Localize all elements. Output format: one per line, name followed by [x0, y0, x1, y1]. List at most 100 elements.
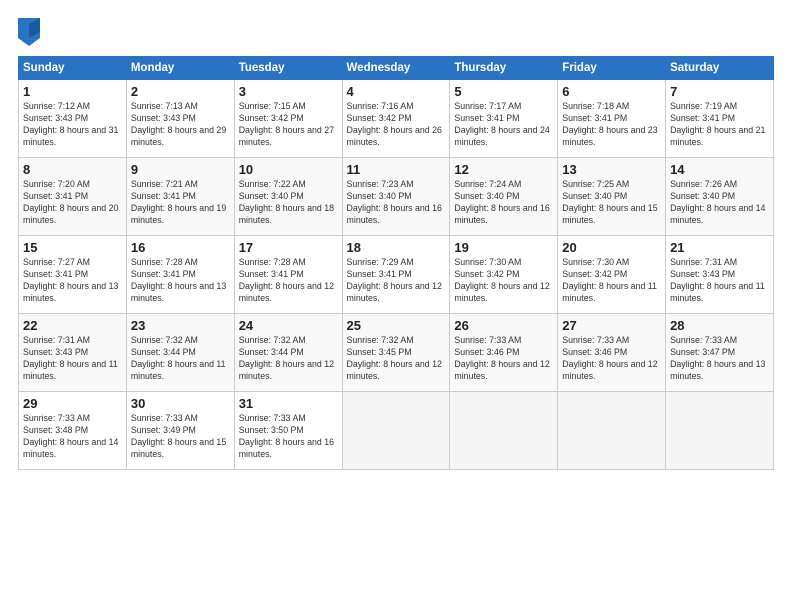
cell-info: Sunrise: 7:23 AM Sunset: 3:40 PM Dayligh…	[347, 179, 446, 227]
day-number: 29	[23, 396, 122, 411]
calendar-cell: 18Sunrise: 7:29 AM Sunset: 3:41 PM Dayli…	[342, 236, 450, 314]
day-number: 16	[131, 240, 230, 255]
calendar-cell: 26 Sunrise: 7:33 AM Sunset: 3:46 PM Dayli…	[450, 314, 558, 392]
day-number: 31	[239, 396, 338, 411]
header	[18, 18, 774, 46]
day-number: 17	[239, 240, 338, 255]
cell-info: Sunrise: 7:13 AM Sunset: 3:43 PM Dayligh…	[131, 101, 230, 149]
weekday-header: Saturday	[666, 57, 774, 80]
day-number: 21	[670, 240, 769, 255]
calendar-week: 1 Sunrise: 7:12 AM Sunset: 3:43 PM Daylig…	[19, 80, 774, 158]
logo-icon	[18, 18, 40, 46]
calendar-cell: 6 Sunrise: 7:18 AM Sunset: 3:41 PM Daylig…	[558, 80, 666, 158]
calendar-cell: 13 Sunrise: 7:25 AM Sunset: 3:40 PM Dayli…	[558, 158, 666, 236]
day-number: 25	[347, 318, 446, 333]
calendar-table: SundayMondayTuesdayWednesdayThursdayFrid…	[18, 56, 774, 470]
weekday-header: Monday	[126, 57, 234, 80]
calendar-cell: 7Sunrise: 7:19 AM Sunset: 3:41 PM Daylig…	[666, 80, 774, 158]
calendar-week: 29 Sunrise: 7:33 AM Sunset: 3:48 PM Dayli…	[19, 392, 774, 470]
cell-info: Sunrise: 7:32 AM Sunset: 3:44 PM Dayligh…	[239, 335, 338, 383]
weekday-header: Sunday	[19, 57, 127, 80]
calendar-cell: 14 Sunrise: 7:26 AM Sunset: 3:40 PM Dayli…	[666, 158, 774, 236]
day-number: 27	[562, 318, 661, 333]
cell-info: Sunrise: 7:28 AM Sunset: 3:41 PM Dayligh…	[239, 257, 338, 305]
cell-info: Sunrise: 7:17 AM Sunset: 3:41 PM Dayligh…	[454, 101, 553, 149]
day-number: 23	[131, 318, 230, 333]
calendar-cell: 4Sunrise: 7:16 AM Sunset: 3:42 PM Daylig…	[342, 80, 450, 158]
day-number: 24	[239, 318, 338, 333]
calendar-week: 8 Sunrise: 7:20 AM Sunset: 3:41 PM Daylig…	[19, 158, 774, 236]
calendar-cell: 24 Sunrise: 7:32 AM Sunset: 3:44 PM Dayli…	[234, 314, 342, 392]
calendar-cell: 2 Sunrise: 7:13 AM Sunset: 3:43 PM Daylig…	[126, 80, 234, 158]
day-number: 10	[239, 162, 338, 177]
calendar-week: 15Sunrise: 7:27 AM Sunset: 3:41 PM Dayli…	[19, 236, 774, 314]
calendar-cell: 20 Sunrise: 7:30 AM Sunset: 3:42 PM Dayli…	[558, 236, 666, 314]
day-number: 13	[562, 162, 661, 177]
cell-info: Sunrise: 7:26 AM Sunset: 3:40 PM Dayligh…	[670, 179, 769, 227]
calendar-cell: 27 Sunrise: 7:33 AM Sunset: 3:46 PM Dayli…	[558, 314, 666, 392]
cell-info: Sunrise: 7:33 AM Sunset: 3:48 PM Dayligh…	[23, 413, 122, 461]
weekday-header: Wednesday	[342, 57, 450, 80]
day-number: 4	[347, 84, 446, 99]
cell-info: Sunrise: 7:24 AM Sunset: 3:40 PM Dayligh…	[454, 179, 553, 227]
calendar-cell: 15Sunrise: 7:27 AM Sunset: 3:41 PM Dayli…	[19, 236, 127, 314]
calendar-cell: 5 Sunrise: 7:17 AM Sunset: 3:41 PM Daylig…	[450, 80, 558, 158]
cell-info: Sunrise: 7:25 AM Sunset: 3:40 PM Dayligh…	[562, 179, 661, 227]
cell-info: Sunrise: 7:22 AM Sunset: 3:40 PM Dayligh…	[239, 179, 338, 227]
cell-info: Sunrise: 7:33 AM Sunset: 3:46 PM Dayligh…	[454, 335, 553, 383]
calendar-cell	[342, 392, 450, 470]
weekday-header: Thursday	[450, 57, 558, 80]
cell-info: Sunrise: 7:33 AM Sunset: 3:46 PM Dayligh…	[562, 335, 661, 383]
calendar-cell: 30 Sunrise: 7:33 AM Sunset: 3:49 PM Dayli…	[126, 392, 234, 470]
day-number: 8	[23, 162, 122, 177]
calendar-cell: 9Sunrise: 7:21 AM Sunset: 3:41 PM Daylig…	[126, 158, 234, 236]
cell-info: Sunrise: 7:32 AM Sunset: 3:44 PM Dayligh…	[131, 335, 230, 383]
cell-info: Sunrise: 7:33 AM Sunset: 3:50 PM Dayligh…	[239, 413, 338, 461]
cell-info: Sunrise: 7:20 AM Sunset: 3:41 PM Dayligh…	[23, 179, 122, 227]
day-number: 19	[454, 240, 553, 255]
header-row: SundayMondayTuesdayWednesdayThursdayFrid…	[19, 57, 774, 80]
cell-info: Sunrise: 7:31 AM Sunset: 3:43 PM Dayligh…	[670, 257, 769, 305]
calendar-cell: 21 Sunrise: 7:31 AM Sunset: 3:43 PM Dayli…	[666, 236, 774, 314]
calendar-cell: 10 Sunrise: 7:22 AM Sunset: 3:40 PM Dayli…	[234, 158, 342, 236]
cell-info: Sunrise: 7:33 AM Sunset: 3:49 PM Dayligh…	[131, 413, 230, 461]
calendar-cell: 11 Sunrise: 7:23 AM Sunset: 3:40 PM Dayli…	[342, 158, 450, 236]
calendar-cell: 23 Sunrise: 7:32 AM Sunset: 3:44 PM Dayli…	[126, 314, 234, 392]
calendar-cell: 17 Sunrise: 7:28 AM Sunset: 3:41 PM Dayli…	[234, 236, 342, 314]
day-number: 7	[670, 84, 769, 99]
day-number: 18	[347, 240, 446, 255]
cell-info: Sunrise: 7:12 AM Sunset: 3:43 PM Dayligh…	[23, 101, 122, 149]
day-number: 14	[670, 162, 769, 177]
cell-info: Sunrise: 7:32 AM Sunset: 3:45 PM Dayligh…	[347, 335, 446, 383]
cell-info: Sunrise: 7:15 AM Sunset: 3:42 PM Dayligh…	[239, 101, 338, 149]
day-number: 12	[454, 162, 553, 177]
weekday-header: Friday	[558, 57, 666, 80]
day-number: 6	[562, 84, 661, 99]
calendar-cell: 28Sunrise: 7:33 AM Sunset: 3:47 PM Dayli…	[666, 314, 774, 392]
day-number: 1	[23, 84, 122, 99]
calendar-cell	[558, 392, 666, 470]
cell-info: Sunrise: 7:30 AM Sunset: 3:42 PM Dayligh…	[454, 257, 553, 305]
calendar-cell: 31 Sunrise: 7:33 AM Sunset: 3:50 PM Dayli…	[234, 392, 342, 470]
calendar-cell: 12 Sunrise: 7:24 AM Sunset: 3:40 PM Dayli…	[450, 158, 558, 236]
calendar-cell: 1 Sunrise: 7:12 AM Sunset: 3:43 PM Daylig…	[19, 80, 127, 158]
day-number: 26	[454, 318, 553, 333]
weekday-header: Tuesday	[234, 57, 342, 80]
page: SundayMondayTuesdayWednesdayThursdayFrid…	[0, 0, 792, 612]
day-number: 9	[131, 162, 230, 177]
cell-info: Sunrise: 7:31 AM Sunset: 3:43 PM Dayligh…	[23, 335, 122, 383]
day-number: 2	[131, 84, 230, 99]
day-number: 30	[131, 396, 230, 411]
cell-info: Sunrise: 7:18 AM Sunset: 3:41 PM Dayligh…	[562, 101, 661, 149]
calendar-cell	[666, 392, 774, 470]
calendar-cell	[450, 392, 558, 470]
day-number: 3	[239, 84, 338, 99]
cell-info: Sunrise: 7:27 AM Sunset: 3:41 PM Dayligh…	[23, 257, 122, 305]
cell-info: Sunrise: 7:28 AM Sunset: 3:41 PM Dayligh…	[131, 257, 230, 305]
calendar-cell: 29 Sunrise: 7:33 AM Sunset: 3:48 PM Dayli…	[19, 392, 127, 470]
day-number: 22	[23, 318, 122, 333]
day-number: 11	[347, 162, 446, 177]
day-number: 5	[454, 84, 553, 99]
cell-info: Sunrise: 7:30 AM Sunset: 3:42 PM Dayligh…	[562, 257, 661, 305]
day-number: 20	[562, 240, 661, 255]
